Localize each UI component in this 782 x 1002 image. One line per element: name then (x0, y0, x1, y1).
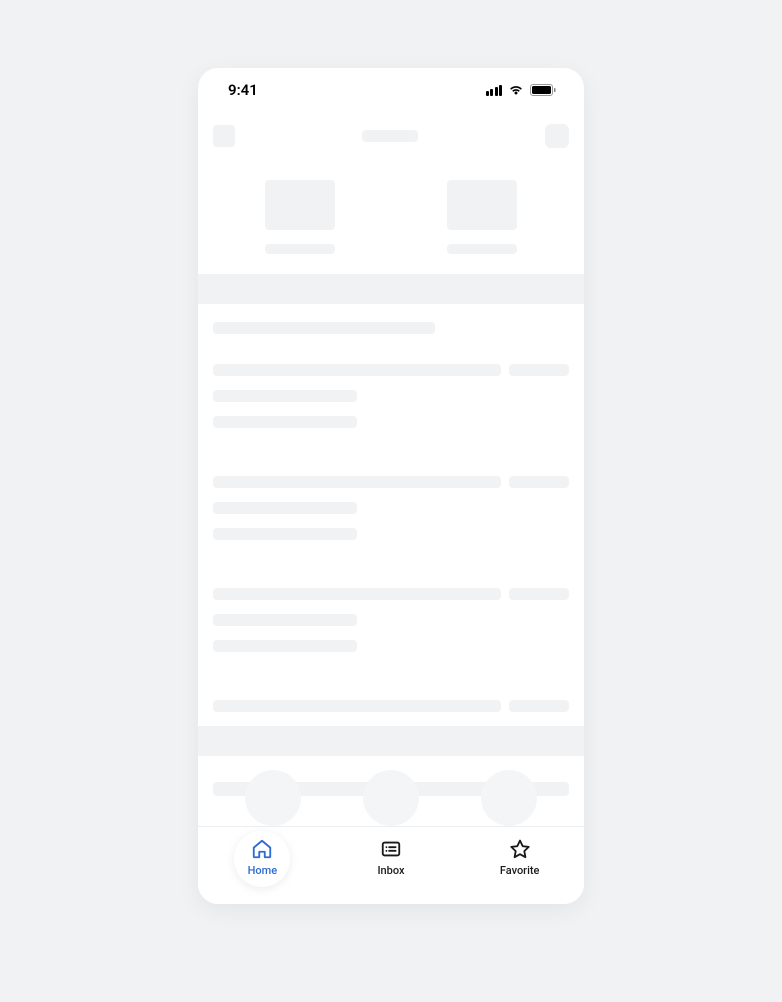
section-divider (198, 726, 584, 756)
line-placeholder (509, 700, 569, 712)
list-item-skeleton (213, 588, 569, 652)
home-icon (250, 837, 274, 861)
card-image-placeholder (265, 180, 335, 230)
card-label-placeholder (447, 244, 517, 254)
header-left-placeholder (213, 125, 235, 147)
card-image-placeholder (447, 180, 517, 230)
list-skeleton (198, 304, 584, 712)
cellular-icon (486, 85, 503, 96)
line-placeholder (213, 782, 569, 796)
card-label-placeholder (265, 244, 335, 254)
inbox-icon (379, 837, 403, 861)
line-placeholder (213, 528, 357, 540)
line-placeholder (213, 502, 357, 514)
section-title-placeholder (213, 322, 435, 334)
nav-label: Favorite (500, 864, 540, 877)
line-placeholder (213, 416, 357, 428)
battery-icon (530, 84, 556, 96)
line-placeholder (509, 476, 569, 488)
content-scroll[interactable] (198, 112, 584, 904)
status-time: 9:41 (228, 81, 258, 99)
nav-label: Home (248, 864, 278, 877)
header-title-placeholder (362, 130, 418, 142)
header-right-placeholder (545, 124, 569, 148)
section2-skeleton (198, 756, 584, 796)
line-placeholder (509, 364, 569, 376)
app-header-skeleton (198, 112, 584, 152)
line-placeholder (509, 588, 569, 600)
nav-label: Inbox (377, 864, 404, 877)
card-placeholder (265, 180, 335, 254)
nav-tab-home[interactable]: Home (222, 837, 302, 877)
line-placeholder (213, 476, 501, 488)
bottom-nav: Home Inbox Favorite (198, 826, 584, 904)
list-item-skeleton (213, 364, 569, 428)
line-placeholder (213, 364, 501, 376)
wifi-icon (508, 84, 524, 96)
nav-tab-favorite[interactable]: Favorite (480, 837, 560, 877)
card-placeholder (447, 180, 517, 254)
line-placeholder (213, 614, 357, 626)
star-icon (508, 837, 532, 861)
line-placeholder (213, 390, 357, 402)
line-placeholder (213, 588, 501, 600)
status-bar: 9:41 (198, 68, 584, 112)
status-indicators (486, 84, 557, 96)
list-item-skeleton (213, 476, 569, 540)
line-placeholder (213, 640, 357, 652)
summary-cards-skeleton (198, 152, 584, 274)
nav-tab-inbox[interactable]: Inbox (351, 837, 431, 877)
line-placeholder (213, 700, 501, 712)
phone-frame: 9:41 (198, 68, 584, 904)
section-divider (198, 274, 584, 304)
list-item-skeleton (213, 700, 569, 712)
